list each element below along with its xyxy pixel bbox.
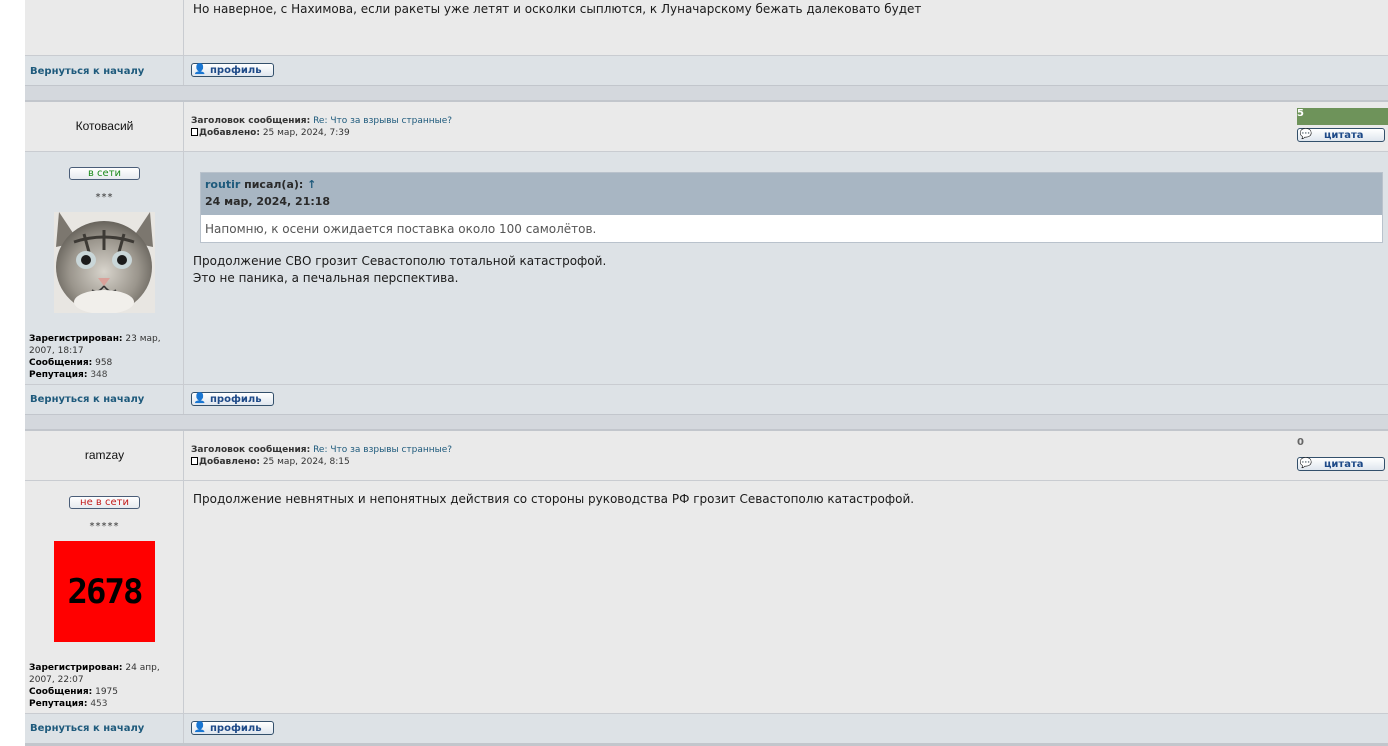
- quote-author-link[interactable]: routir: [205, 178, 240, 191]
- post-icon: [191, 128, 198, 136]
- post-date: 25 мар, 2024, 7:39: [262, 128, 350, 138]
- user-icon: 👤: [193, 722, 207, 733]
- post-rating-bar: 5: [1297, 108, 1388, 125]
- avatar-number: 2678: [68, 572, 142, 612]
- post-meta: Заголовок сообщения: Re: Что за взрывы с…: [184, 431, 1388, 480]
- username[interactable]: Котовасий: [25, 119, 184, 133]
- post-rating-value: 0: [1297, 437, 1304, 448]
- quote-button-label: цитата: [1324, 129, 1364, 141]
- avatar: [54, 212, 155, 313]
- profile-button-label: профиль: [210, 393, 262, 405]
- quote-date: 24 мар, 2024, 21:18: [205, 195, 331, 208]
- author-name-cell: ramzay: [25, 431, 184, 480]
- post-footer: Вернуться к началу 👤 профиль: [25, 384, 1388, 414]
- post-meta: Заголовок сообщения: Re: Что за взрывы с…: [184, 102, 1388, 151]
- post-body-previous: Но наверное, с Нахимова, если ракеты уже…: [25, 0, 1388, 55]
- user-rank: *****: [89, 521, 120, 532]
- post-footer: Вернуться к началу 👤 профиль: [25, 713, 1388, 743]
- post-date-line: Добавлено: 25 мар, 2024, 7:39: [191, 127, 350, 139]
- post-body: в сети *** Зарегистрирован: 23 мар, 2007…: [25, 151, 1388, 384]
- back-to-top-link[interactable]: Вернуться к началу: [30, 66, 144, 77]
- footer-left: Вернуться к началу: [25, 56, 184, 85]
- offline-status-badge: не в сети: [69, 496, 140, 509]
- quote-button[interactable]: 💬 цитата: [1297, 128, 1385, 142]
- post-text-line: Продолжение невнятных и непонятных дейст…: [193, 492, 915, 506]
- quote-block: routir писал(а): ↑ 24 мар, 2024, 21:18 Н…: [200, 172, 1383, 243]
- registered-label: Зарегистрирован:: [29, 663, 123, 673]
- post-content: routir писал(а): ↑ 24 мар, 2024, 21:18 Н…: [184, 152, 1388, 384]
- messages-label: Сообщения:: [29, 687, 93, 697]
- quote-bubble-icon: 💬: [1299, 458, 1313, 469]
- quote-author-line: routir писал(а): ↑: [205, 178, 316, 191]
- quote-button[interactable]: 💬 цитата: [1297, 457, 1385, 471]
- post-text-line: Продолжение СВО грозит Севастополю тотал…: [193, 254, 607, 268]
- registered-label: Зарегистрирован:: [29, 334, 123, 344]
- post-subject-link[interactable]: Re: Что за взрывы странные?: [313, 445, 452, 455]
- reputation-label: Репутация:: [29, 370, 88, 380]
- forum-topic: Но наверное, с Нахимова, если ракеты уже…: [25, 0, 1388, 746]
- profile-button[interactable]: 👤 профиль: [191, 721, 274, 735]
- messages-label: Сообщения:: [29, 358, 93, 368]
- quote-text: Напомню, к осени ожидается поставка окол…: [205, 222, 597, 236]
- added-label: Добавлено:: [199, 128, 260, 138]
- author-profile: не в сети ***** 2678 Зарегистрирован: 24…: [25, 481, 184, 713]
- back-to-top-link[interactable]: Вернуться к началу: [30, 723, 144, 734]
- post-content: Но наверное, с Нахимова, если ракеты уже…: [184, 0, 1388, 55]
- post-separator: [25, 414, 1388, 431]
- footer-right: 👤 профиль: [184, 385, 1388, 414]
- post-content: Продолжение невнятных и непонятных дейст…: [184, 481, 1388, 713]
- user-stats: Зарегистрирован: 23 мар, 2007, 18:17 Соо…: [29, 333, 181, 381]
- user-icon: 👤: [193, 393, 207, 404]
- profile-button-label: профиль: [210, 722, 262, 734]
- post-text: Но наверное, с Нахимова, если ракеты уже…: [193, 2, 922, 16]
- quote-wrote-label: писал(а):: [244, 178, 304, 191]
- post-subject-link[interactable]: Re: Что за взрывы странные?: [313, 116, 452, 126]
- quote-source-arrow[interactable]: ↑: [307, 178, 316, 191]
- quote-header: routir писал(а): ↑ 24 мар, 2024, 21:18: [201, 173, 1382, 215]
- author-column: [25, 0, 184, 55]
- footer-left: Вернуться к началу: [25, 714, 184, 743]
- post-text-line: Это не паника, а печальная перспектива.: [193, 271, 459, 285]
- reputation-value: 453: [90, 699, 108, 709]
- username[interactable]: ramzay: [25, 448, 184, 462]
- post-header: ramzay Заголовок сообщения: Re: Что за в…: [25, 431, 1388, 480]
- avatar: 2678: [54, 541, 155, 642]
- author-profile: в сети *** Зарегистрирован: 23 мар, 2007…: [25, 152, 184, 384]
- post-date: 25 мар, 2024, 8:15: [262, 457, 350, 467]
- post-separator: [25, 85, 1388, 102]
- profile-button[interactable]: 👤 профиль: [191, 63, 274, 77]
- footer-right: 👤 профиль: [184, 56, 1388, 85]
- subject-label: Заголовок сообщения:: [191, 116, 311, 126]
- profile-button[interactable]: 👤 профиль: [191, 392, 274, 406]
- reputation-value: 348: [90, 370, 108, 380]
- post-footer-previous: Вернуться к началу 👤 профиль: [25, 55, 1388, 85]
- subject-label: Заголовок сообщения:: [191, 445, 311, 455]
- quote-body: Напомню, к осени ожидается поставка окол…: [201, 215, 1382, 242]
- messages-count: 958: [95, 358, 113, 368]
- footer-left: Вернуться к началу: [25, 385, 184, 414]
- online-status-badge: в сети: [69, 167, 140, 180]
- profile-button-label: профиль: [210, 64, 262, 76]
- post-rating-value: 5: [1297, 108, 1304, 119]
- quote-button-label: цитата: [1324, 458, 1364, 470]
- post-body: не в сети ***** 2678 Зарегистрирован: 24…: [25, 480, 1388, 713]
- post-icon: [191, 457, 198, 465]
- user-icon: 👤: [193, 64, 207, 75]
- post-subject-line: Заголовок сообщения: Re: Что за взрывы с…: [191, 115, 452, 127]
- added-label: Добавлено:: [199, 457, 260, 467]
- user-stats: Зарегистрирован: 24 апр, 2007, 22:07 Соо…: [29, 662, 181, 710]
- post-subject-line: Заголовок сообщения: Re: Что за взрывы с…: [191, 444, 452, 456]
- back-to-top-link[interactable]: Вернуться к началу: [30, 394, 144, 405]
- author-name-cell: Котовасий: [25, 102, 184, 151]
- user-rank: ***: [95, 192, 114, 203]
- post-date-line: Добавлено: 25 мар, 2024, 8:15: [191, 456, 350, 468]
- quote-bubble-icon: 💬: [1299, 129, 1313, 140]
- footer-right: 👤 профиль: [184, 714, 1388, 743]
- reputation-label: Репутация:: [29, 699, 88, 709]
- post-header: Котовасий Заголовок сообщения: Re: Что з…: [25, 102, 1388, 151]
- messages-count: 1975: [95, 687, 118, 697]
